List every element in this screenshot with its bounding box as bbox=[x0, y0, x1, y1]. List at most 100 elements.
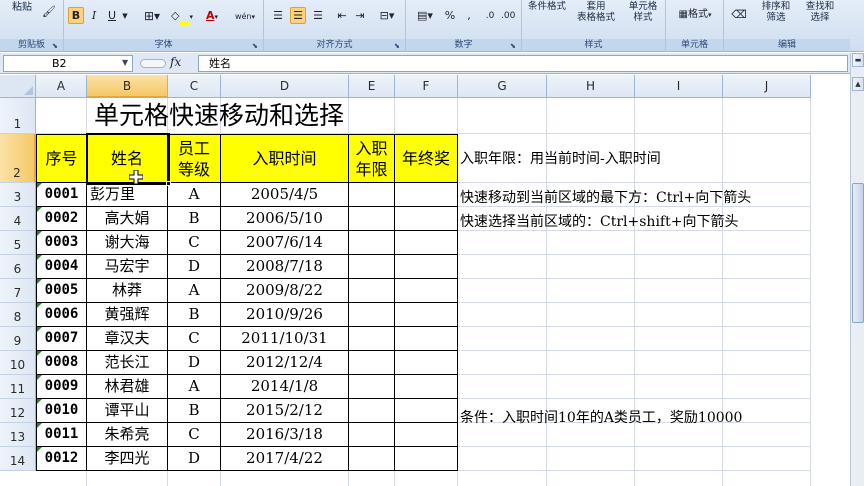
grid-cell[interactable] bbox=[458, 447, 547, 471]
header-years[interactable]: 入职 年限 bbox=[349, 134, 395, 183]
font-color-button[interactable]: A▾ bbox=[198, 7, 226, 24]
header-hire-date[interactable]: 入职时间 bbox=[221, 134, 349, 183]
bonus-cell[interactable] bbox=[395, 375, 458, 399]
grid-cell[interactable] bbox=[395, 98, 458, 134]
id-cell[interactable]: 0003 bbox=[36, 231, 87, 255]
column-header-c[interactable]: C bbox=[168, 75, 221, 98]
column-header-j[interactable]: J bbox=[723, 75, 811, 98]
column-header-d[interactable]: D bbox=[221, 75, 349, 98]
align-right-icon[interactable]: ☰ bbox=[310, 7, 326, 24]
italic-button[interactable]: I bbox=[86, 7, 102, 24]
grade-cell[interactable]: C bbox=[168, 423, 221, 447]
merge-center-icon[interactable]: ⊟▾ bbox=[374, 7, 400, 24]
name-cell[interactable]: 谭平山 bbox=[87, 399, 168, 423]
row-header-3[interactable]: 3 bbox=[0, 183, 36, 207]
grid-cell[interactable] bbox=[723, 255, 811, 279]
format-cells-button[interactable]: ▦格式▾ bbox=[670, 6, 720, 23]
header-bonus[interactable]: 年终奖 bbox=[395, 134, 458, 183]
comma-style-button[interactable]: , bbox=[462, 7, 476, 24]
grid-cell[interactable] bbox=[547, 231, 635, 255]
bonus-cell[interactable] bbox=[395, 447, 458, 471]
name-cell[interactable]: 谢大海 bbox=[87, 231, 168, 255]
id-cell[interactable]: 0006 bbox=[36, 303, 87, 327]
grid-cell[interactable] bbox=[723, 327, 811, 351]
grade-cell[interactable]: A bbox=[168, 279, 221, 303]
name-cell[interactable]: 朱希亮 bbox=[87, 423, 168, 447]
grid-cell[interactable] bbox=[723, 98, 811, 134]
column-header-e[interactable]: E bbox=[349, 75, 395, 98]
bonus-cell[interactable] bbox=[395, 231, 458, 255]
grade-cell[interactable]: D bbox=[168, 255, 221, 279]
grid-cell[interactable] bbox=[635, 303, 723, 327]
note-move-tip[interactable]: 快速移动到当前区域的最下方：Ctrl+向下箭头 bbox=[460, 189, 751, 207]
years-cell[interactable] bbox=[349, 207, 395, 231]
years-cell[interactable] bbox=[349, 183, 395, 207]
align-center-icon[interactable]: ☰ bbox=[290, 7, 306, 24]
grid-cell[interactable] bbox=[723, 279, 811, 303]
phonetic-guide-button[interactable]: wén▾ bbox=[230, 7, 260, 24]
decrease-indent-icon[interactable]: ⇤ bbox=[334, 7, 350, 24]
grid-cell[interactable] bbox=[635, 231, 723, 255]
column-header-h[interactable]: H bbox=[547, 75, 635, 98]
grid-cell[interactable] bbox=[458, 375, 547, 399]
hire-date-cell[interactable]: 2010/9/26 bbox=[221, 303, 349, 327]
scroll-up-icon[interactable]: ▲ bbox=[852, 77, 864, 91]
worksheet[interactable]: 单元格快速移动和选择 序号 姓名 员工 等级 入职时间 入职 年限 年终奖 00… bbox=[36, 98, 850, 486]
grade-cell[interactable]: B bbox=[168, 207, 221, 231]
grade-cell[interactable]: D bbox=[168, 447, 221, 471]
fill-handle[interactable] bbox=[166, 181, 171, 186]
hire-date-cell[interactable]: 2011/10/31 bbox=[221, 327, 349, 351]
grid-cell[interactable] bbox=[547, 447, 635, 471]
fill-color-button[interactable]: ◇ ▾ bbox=[168, 7, 196, 25]
increase-decimal-icon[interactable]: .0 bbox=[482, 7, 498, 24]
scroll-split-icon[interactable]: ▬ bbox=[852, 53, 864, 67]
insert-function-icon[interactable]: fx bbox=[170, 55, 181, 69]
hire-date-cell[interactable]: 2006/5/10 bbox=[221, 207, 349, 231]
column-header-b[interactable]: B bbox=[87, 75, 168, 98]
name-cell[interactable]: 彭万里 bbox=[87, 183, 168, 207]
id-cell[interactable]: 0012 bbox=[36, 447, 87, 471]
row-header-10[interactable]: 10 bbox=[0, 351, 36, 375]
header-name[interactable]: 姓名 bbox=[87, 134, 168, 183]
dialog-launcher-icon[interactable]: ⬊ bbox=[252, 42, 260, 50]
years-cell[interactable] bbox=[349, 231, 395, 255]
grid-cell[interactable] bbox=[547, 351, 635, 375]
years-cell[interactable] bbox=[349, 255, 395, 279]
id-cell[interactable]: 0001 bbox=[36, 183, 87, 207]
grid-cell[interactable] bbox=[635, 471, 723, 486]
grid-cell[interactable] bbox=[635, 327, 723, 351]
conditional-format-button[interactable]: 条件格式 bbox=[528, 1, 566, 12]
hire-date-cell[interactable]: 2017/4/22 bbox=[221, 447, 349, 471]
vertical-scrollbar[interactable]: ▬ ▲ bbox=[850, 53, 864, 486]
paste-button[interactable]: 粘贴 bbox=[12, 2, 32, 13]
dialog-launcher-icon[interactable]: ⬊ bbox=[510, 42, 518, 50]
underline-button[interactable]: U bbox=[104, 7, 120, 24]
format-painter-icon[interactable]: 🖌 bbox=[40, 3, 58, 20]
hire-date-cell[interactable]: 2005/4/5 bbox=[221, 183, 349, 207]
name-cell[interactable]: 林莽 bbox=[87, 279, 168, 303]
grid-cell[interactable] bbox=[723, 303, 811, 327]
grid-cell[interactable] bbox=[458, 471, 547, 486]
bonus-cell[interactable] bbox=[395, 255, 458, 279]
grid-cell[interactable] bbox=[723, 231, 811, 255]
id-cell[interactable]: 0002 bbox=[36, 207, 87, 231]
row-header-4[interactable]: 4 bbox=[0, 207, 36, 231]
name-cell[interactable]: 范长江 bbox=[87, 351, 168, 375]
id-cell[interactable]: 0007 bbox=[36, 327, 87, 351]
id-cell[interactable]: 0008 bbox=[36, 351, 87, 375]
grid-cell[interactable] bbox=[168, 471, 221, 486]
row-header-13[interactable]: 13 bbox=[0, 423, 36, 447]
grid-cell[interactable] bbox=[723, 375, 811, 399]
grid-cell[interactable] bbox=[723, 471, 811, 486]
name-cell[interactable]: 林君雄 bbox=[87, 375, 168, 399]
underline-dropdown-icon[interactable]: ▼ bbox=[120, 7, 130, 24]
years-cell[interactable] bbox=[349, 375, 395, 399]
bonus-cell[interactable] bbox=[395, 351, 458, 375]
grid-cell[interactable] bbox=[635, 447, 723, 471]
row-header-8[interactable]: 8 bbox=[0, 303, 36, 327]
note-select-tip[interactable]: 快速选择当前区域的：Ctrl+shift+向下箭头 bbox=[460, 213, 738, 231]
id-cell[interactable]: 0010 bbox=[36, 399, 87, 423]
row-header-2[interactable]: 2 bbox=[0, 134, 36, 183]
scroll-thumb[interactable] bbox=[852, 183, 864, 323]
name-cell[interactable]: 章汉夫 bbox=[87, 327, 168, 351]
